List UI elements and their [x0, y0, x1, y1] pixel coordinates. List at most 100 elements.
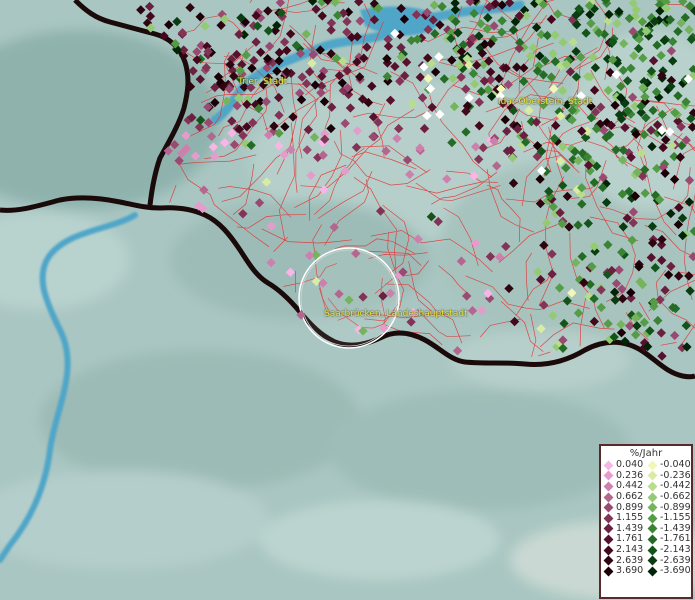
monitoring-point[interactable]: [588, 52, 598, 62]
monitoring-point[interactable]: [453, 28, 463, 38]
monitoring-point[interactable]: [303, 125, 314, 135]
monitoring-point[interactable]: [657, 255, 667, 265]
monitoring-point[interactable]: [485, 67, 496, 77]
monitoring-point[interactable]: [351, 248, 361, 259]
monitoring-point[interactable]: [447, 55, 457, 65]
monitoring-point[interactable]: [589, 177, 599, 188]
monitoring-point[interactable]: [555, 156, 566, 167]
monitoring-point[interactable]: [220, 138, 230, 148]
monitoring-point[interactable]: [358, 292, 368, 302]
monitoring-point[interactable]: [203, 117, 214, 128]
monitoring-point[interactable]: [433, 216, 443, 227]
monitoring-point[interactable]: [190, 151, 201, 161]
monitoring-point[interactable]: [658, 142, 668, 153]
monitoring-point[interactable]: [282, 45, 292, 56]
monitoring-point[interactable]: [663, 270, 674, 280]
monitoring-point[interactable]: [439, 74, 449, 84]
monitoring-point[interactable]: [429, 0, 439, 10]
monitoring-point[interactable]: [402, 155, 413, 165]
monitoring-point[interactable]: [470, 238, 481, 248]
monitoring-point[interactable]: [668, 36, 678, 47]
monitoring-point[interactable]: [319, 185, 329, 195]
monitoring-point[interactable]: [497, 16, 507, 26]
monitoring-point[interactable]: [657, 351, 667, 361]
monitoring-point[interactable]: [474, 154, 484, 164]
monitoring-point[interactable]: [586, 18, 596, 29]
monitoring-point[interactable]: [344, 295, 354, 305]
monitoring-point[interactable]: [256, 47, 266, 57]
monitoring-point[interactable]: [222, 96, 232, 106]
monitoring-point[interactable]: [596, 302, 606, 313]
monitoring-point[interactable]: [610, 295, 620, 305]
monitoring-point[interactable]: [334, 289, 344, 299]
monitoring-point[interactable]: [342, 16, 352, 27]
monitoring-point[interactable]: [266, 221, 277, 231]
monitoring-point[interactable]: [640, 188, 650, 198]
monitoring-point[interactable]: [568, 37, 578, 47]
monitoring-point[interactable]: [234, 29, 244, 40]
monitoring-point[interactable]: [539, 300, 549, 310]
monitoring-point[interactable]: [428, 15, 438, 25]
monitoring-point[interactable]: [185, 81, 196, 92]
monitoring-point[interactable]: [548, 310, 558, 321]
monitoring-point[interactable]: [462, 291, 472, 301]
monitoring-point[interactable]: [524, 105, 534, 116]
monitoring-point[interactable]: [430, 67, 441, 77]
monitoring-point[interactable]: [163, 146, 173, 156]
monitoring-point[interactable]: [684, 271, 694, 281]
monitoring-point[interactable]: [647, 221, 658, 232]
monitoring-point[interactable]: [199, 185, 209, 195]
monitoring-point[interactable]: [561, 163, 571, 173]
monitoring-point[interactable]: [288, 112, 298, 122]
monitoring-point[interactable]: [669, 174, 680, 185]
monitoring-point[interactable]: [164, 20, 174, 30]
monitoring-point[interactable]: [648, 56, 659, 66]
monitoring-point[interactable]: [558, 37, 568, 47]
monitoring-point[interactable]: [549, 84, 559, 94]
monitoring-point[interactable]: [450, 5, 461, 15]
monitoring-point[interactable]: [309, 132, 320, 142]
monitoring-point[interactable]: [684, 197, 694, 207]
monitoring-point[interactable]: [657, 234, 667, 245]
monitoring-point[interactable]: [629, 51, 639, 61]
monitoring-point[interactable]: [479, 76, 490, 86]
monitoring-point[interactable]: [589, 85, 600, 95]
monitoring-point[interactable]: [469, 8, 479, 19]
monitoring-point[interactable]: [340, 166, 350, 176]
monitoring-point[interactable]: [508, 25, 519, 35]
monitoring-point[interactable]: [558, 180, 568, 191]
monitoring-point[interactable]: [355, 16, 365, 26]
monitoring-point[interactable]: [279, 37, 290, 47]
monitoring-point[interactable]: [476, 86, 486, 97]
monitoring-point[interactable]: [589, 316, 599, 327]
monitoring-point[interactable]: [185, 2, 195, 13]
monitoring-point[interactable]: [477, 305, 487, 316]
monitoring-point[interactable]: [476, 19, 486, 29]
monitoring-point[interactable]: [274, 110, 284, 120]
monitoring-point[interactable]: [238, 209, 248, 219]
monitoring-point[interactable]: [307, 58, 317, 68]
monitoring-point[interactable]: [448, 73, 458, 84]
monitoring-point[interactable]: [233, 93, 244, 103]
monitoring-point[interactable]: [546, 72, 557, 82]
monitoring-point[interactable]: [617, 294, 628, 304]
monitoring-point[interactable]: [461, 127, 471, 137]
monitoring-point[interactable]: [652, 40, 662, 50]
monitoring-point[interactable]: [554, 283, 565, 293]
monitoring-point[interactable]: [144, 1, 155, 12]
monitoring-point[interactable]: [195, 74, 205, 84]
monitoring-point[interactable]: [394, 123, 404, 134]
monitoring-point[interactable]: [562, 296, 572, 306]
monitoring-point[interactable]: [647, 141, 657, 152]
monitoring-point[interactable]: [340, 118, 350, 129]
monitoring-point[interactable]: [483, 13, 493, 23]
monitoring-point[interactable]: [208, 142, 218, 152]
monitoring-point[interactable]: [478, 143, 488, 153]
monitoring-point[interactable]: [573, 308, 584, 318]
monitoring-point[interactable]: [557, 86, 568, 96]
monitoring-point[interactable]: [583, 218, 593, 229]
monitoring-point[interactable]: [241, 50, 251, 60]
monitoring-point[interactable]: [500, 115, 510, 125]
monitoring-point[interactable]: [177, 28, 188, 38]
monitoring-point[interactable]: [274, 92, 284, 103]
